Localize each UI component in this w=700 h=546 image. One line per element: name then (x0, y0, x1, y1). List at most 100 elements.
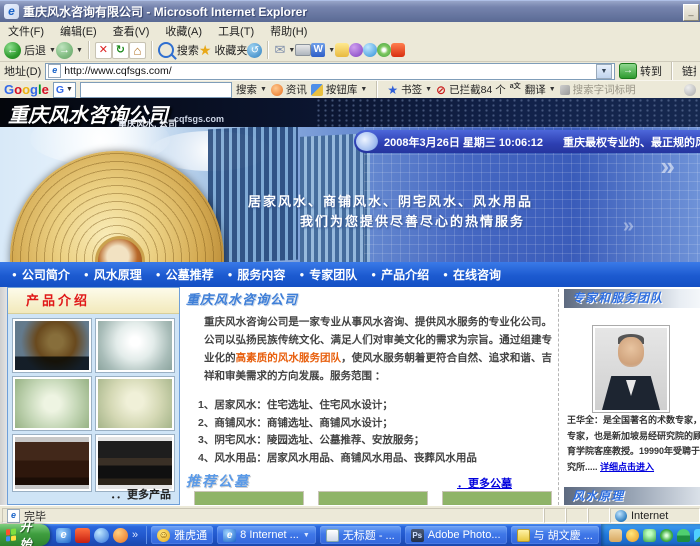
bookmarks-dropdown-icon[interactable]: ▼ (425, 86, 432, 93)
nav-item-experts[interactable]: ●专家团队 (299, 266, 357, 283)
company-intro: 重庆风水咨询公司是一家专业从事风水咨询、提供风水服务的专业化公司。公司以弘扬民族… (204, 313, 552, 385)
discuss-button[interactable] (335, 43, 349, 57)
button-gallery-icon (311, 84, 323, 96)
messenger-quicklaunch-icon[interactable] (94, 528, 109, 543)
site-logo-bar: 重庆风水咨询公司 cqfsgs.com 重庆风水. 公司 (0, 98, 700, 127)
go-button[interactable]: → 转到 (619, 63, 662, 79)
product-image-crystal[interactable] (95, 318, 175, 373)
forward-button[interactable]: → ▼ (56, 42, 83, 59)
nav-item-products[interactable]: ●产品介绍 (371, 266, 429, 283)
google-news-button[interactable]: 资讯 (271, 82, 307, 97)
menu-view[interactable]: 查看(V) (105, 23, 158, 39)
address-dropdown-icon[interactable]: ▼ (596, 64, 612, 79)
google-search-dropdown-icon[interactable]: ▼ (260, 86, 267, 93)
cemetery-photo[interactable] (318, 491, 428, 505)
nav-item-services[interactable]: ●服务内容 (228, 266, 286, 283)
product-image-jade-carving[interactable] (12, 376, 92, 431)
nav-label: 专家团队 (309, 266, 357, 283)
nav-item-company[interactable]: ●公司简介 (12, 266, 70, 283)
expert-photo[interactable] (592, 325, 670, 413)
ie-icon: e (223, 529, 236, 542)
quicklaunch-overflow-chevron[interactable]: » (132, 529, 138, 541)
translate-button[interactable]: a文 翻译 ▼ (510, 82, 556, 97)
product-image-jade-casket[interactable] (95, 376, 175, 431)
back-button[interactable]: ← 后退 ▼ (4, 42, 56, 59)
back-dropdown-icon[interactable]: ▼ (49, 47, 56, 54)
qq-button[interactable] (363, 43, 377, 57)
forward-dropdown-icon[interactable]: ▼ (76, 47, 83, 54)
umbrella-tray-icon[interactable] (677, 529, 690, 542)
thunder-button[interactable] (391, 43, 405, 57)
history-button[interactable]: ↺ (247, 43, 262, 58)
product-image-lacquer-urn[interactable] (95, 434, 175, 492)
button-gallery-dropdown-icon[interactable]: ▼ (360, 86, 367, 93)
mail-dropdown-icon[interactable]: ▼ (288, 47, 295, 54)
minimize-button[interactable]: _ (683, 4, 699, 21)
site-logo-domain: cqfsgs.com (174, 114, 224, 124)
more-products-link[interactable]: ．．更多产品 (111, 486, 172, 502)
expert-detail-link[interactable]: 详细点击进入 (600, 462, 654, 472)
clover-tray-icon[interactable] (660, 529, 673, 542)
nav-label: 公墓推荐 (166, 266, 214, 283)
google-bookmarks-button[interactable]: ★ 书签 ▼ (387, 82, 432, 97)
translate-dropdown-icon[interactable]: ▼ (549, 86, 556, 93)
cemetery-photo[interactable] (194, 491, 304, 505)
google-search-input[interactable] (80, 82, 232, 98)
lacquer-urn-photo (98, 437, 172, 489)
menu-file[interactable]: 文件(F) (0, 23, 52, 39)
print-button[interactable] (295, 44, 311, 56)
task-ie-group[interactable]: e 8 Internet ... ▼ (217, 526, 316, 544)
menu-help[interactable]: 帮助(H) (262, 23, 315, 39)
products-header: 产品介绍 (8, 288, 179, 314)
nav-item-cemeteries[interactable]: ● 公墓推荐 (156, 266, 214, 283)
nav-item-online[interactable]: ●在线咨询 (443, 266, 501, 283)
stop-button[interactable]: ✕ (95, 42, 112, 59)
task-photoshop[interactable]: Ps Adobe Photo... (405, 526, 507, 544)
menu-tools[interactable]: 工具(T) (210, 23, 262, 39)
thunder-quicklaunch-icon[interactable] (75, 528, 90, 543)
google-button-gallery[interactable]: 按钮库 ▼ (311, 82, 367, 97)
logo-dots-texture (315, 98, 700, 127)
edit-dropdown-icon[interactable]: ▼ (328, 47, 335, 54)
ie-quicklaunch-icon[interactable]: e (56, 528, 71, 543)
address-input[interactable]: e http://www.cqfsgs.com/ ▼ (45, 63, 615, 80)
task-yahoo-messenger[interactable]: ☺ 雅虎通 (151, 526, 213, 544)
address-bar: 地址(D) e http://www.cqfsgs.com/ ▼ → 转到 链接 (0, 62, 700, 80)
status-pane (544, 508, 566, 523)
home-button[interactable]: ⌂ (129, 42, 146, 59)
smiley-tray-icon[interactable] (626, 529, 639, 542)
messenger-button[interactable] (349, 43, 363, 57)
bullet-icon: ● (156, 270, 161, 279)
popup-blocker-button[interactable]: ⊘ 已拦截84 个 (436, 82, 506, 97)
refresh-button[interactable]: ↻ (112, 42, 129, 59)
site-slogan: 重庆最权专业的、最正规的风水公司 (563, 134, 700, 150)
edit-button[interactable]: W ▼ (311, 43, 335, 57)
links-label[interactable]: 链接 (682, 63, 696, 79)
settings-icon[interactable] (684, 84, 696, 96)
nav-label: 公司简介 (22, 266, 70, 283)
squares-tray-icon[interactable] (694, 529, 700, 542)
hand-tray-icon[interactable] (609, 529, 622, 542)
highlight-button[interactable]: 搜索字词标明 (560, 82, 636, 97)
firefox-quicklaunch-icon[interactable] (113, 528, 128, 543)
menu-favorites[interactable]: 收藏(A) (157, 23, 210, 39)
search-button[interactable]: 搜索 (158, 42, 199, 58)
product-image-wooden-urn[interactable] (12, 434, 92, 492)
favorites-button[interactable]: ★ 收藏夹 (199, 42, 248, 59)
user-tray-icon[interactable] (643, 529, 656, 542)
forward-icon: → (56, 42, 73, 59)
google-menu-button[interactable]: G ▼ (53, 82, 76, 98)
product-image-deer[interactable] (12, 318, 92, 373)
start-button[interactable]: 开始 (0, 524, 50, 546)
flower-plugin-button[interactable] (377, 43, 391, 57)
google-search-button[interactable]: 搜索 ▼ (236, 82, 267, 97)
task-untitled[interactable]: 无标题 - ... (320, 526, 401, 544)
mail-button[interactable]: ✉ ▼ (274, 42, 295, 58)
cemetery-photo[interactable] (442, 491, 552, 505)
services-list: 1、居家风水：住宅选址、住宅风水设计； 2、商铺风水：商铺选址、商铺风水设计； … (198, 397, 477, 467)
nav-item-principles[interactable]: ●风水原理 (84, 266, 142, 283)
google-g-icon: G (56, 84, 64, 96)
menu-edit[interactable]: 编辑(E) (52, 23, 105, 39)
more-cemeteries-link[interactable]: ．更多公墓 (457, 475, 512, 491)
task-chat[interactable]: 与 胡文慶 ... (511, 526, 599, 544)
